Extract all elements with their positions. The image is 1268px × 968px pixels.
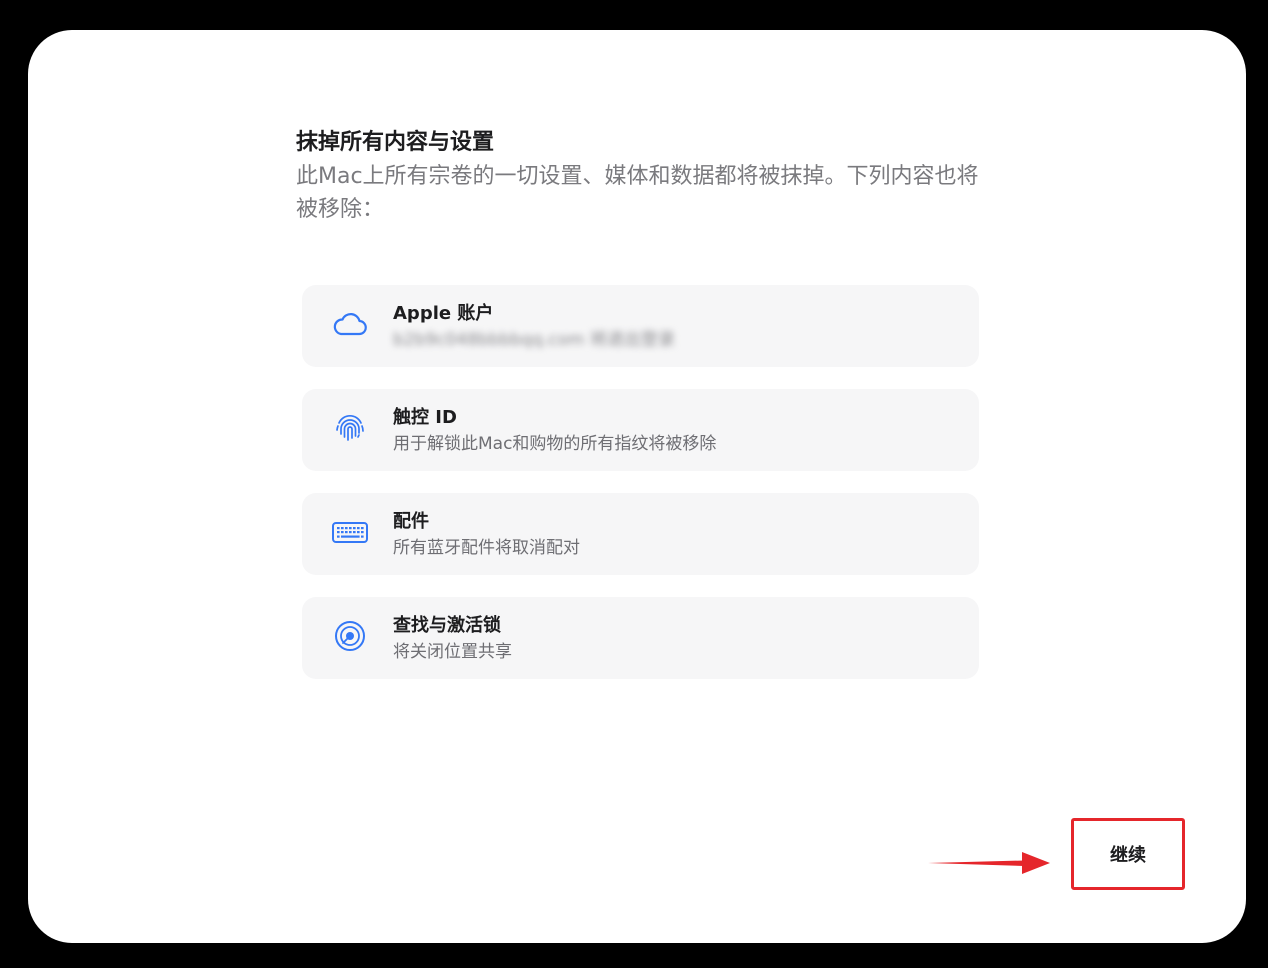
removal-list: Apple 账户 b2b9c048bbbbqq.com 将退出登录 触控 ID … [302, 285, 979, 701]
annotation-highlight-box [1071, 818, 1185, 890]
list-item-apple-account: Apple 账户 b2b9c048bbbbqq.com 将退出登录 [302, 285, 979, 367]
list-item-find-my: 查找与激活锁 将关闭位置共享 [302, 597, 979, 679]
list-item-accessories: 配件 所有蓝牙配件将取消配对 [302, 493, 979, 575]
item-title: Apple 账户 [393, 303, 494, 324]
erase-assistant-window: 抹掉所有内容与设置 此Mac上所有宗卷的一切设置、媒体和数据都将被抹掉。下列内容… [28, 30, 1246, 943]
find-my-icon [330, 616, 370, 656]
keyboard-icon [330, 512, 370, 552]
item-desc: 用于解锁此Mac和购物的所有指纹将被移除 [393, 434, 717, 454]
page-title: 抹掉所有内容与设置 [296, 130, 495, 155]
item-desc: b2b9c048bbbbqq.com 将退出登录 [393, 330, 675, 350]
fingerprint-icon [330, 408, 370, 448]
list-item-touch-id: 触控 ID 用于解锁此Mac和购物的所有指纹将被移除 [302, 389, 979, 471]
header: 抹掉所有内容与设置 此Mac上所有宗卷的一切设置、媒体和数据都将被抹掉。下列内容… [296, 128, 996, 226]
annotation-arrow [928, 850, 1050, 876]
item-desc: 所有蓝牙配件将取消配对 [393, 538, 580, 558]
item-title: 配件 [393, 511, 429, 532]
cloud-icon [330, 304, 370, 344]
page-subtitle: 此Mac上所有宗卷的一切设置、媒体和数据都将被抹掉。下列内容也将被移除： [296, 164, 979, 222]
item-title: 触控 ID [393, 407, 457, 428]
item-desc: 将关闭位置共享 [393, 642, 512, 662]
item-title: 查找与激活锁 [393, 615, 501, 636]
